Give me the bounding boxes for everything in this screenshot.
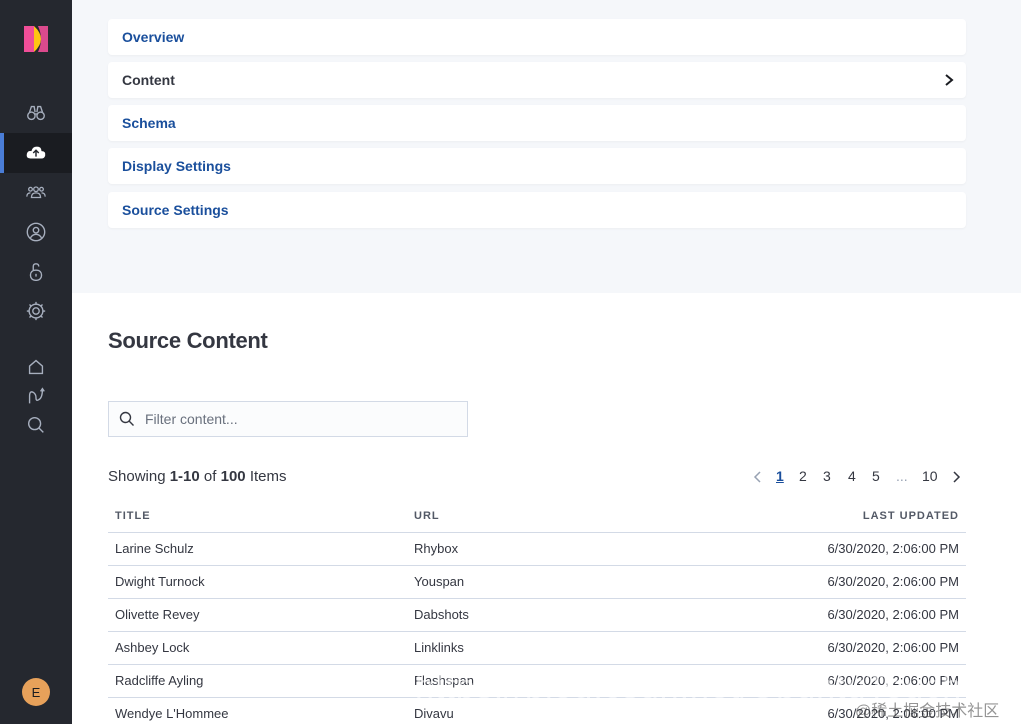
subnav-item-label: Source Settings <box>122 202 229 218</box>
cell-last-updated: 6/30/2020, 2:06:00 PM <box>657 565 966 599</box>
search-icon <box>119 411 134 426</box>
cell-title: Olivette Revey <box>108 598 407 632</box>
cell-title: Wendye L'Hommee <box>108 697 407 724</box>
filter-input[interactable] <box>145 402 467 436</box>
subnav-item-label: Schema <box>122 115 176 131</box>
cell-url: Dabshots <box>407 598 657 632</box>
cell-title: Radcliffe Ayling <box>108 664 407 698</box>
filter-field[interactable] <box>108 401 468 437</box>
page-link-1[interactable]: 1 <box>776 468 784 484</box>
cell-url: Linklinks <box>407 631 657 665</box>
cell-title: Larine Schulz <box>108 532 407 566</box>
table-row[interactable]: Dwight Turnock Youspan 6/30/2020, 2:06:0… <box>108 565 966 599</box>
column-header-url[interactable]: URL <box>407 500 657 533</box>
app-logo-icon[interactable] <box>22 24 50 54</box>
page-link-10[interactable]: 10 <box>922 468 938 484</box>
cell-title: Ashbey Lock <box>108 631 407 665</box>
cell-url: Rhybox <box>407 532 657 566</box>
summary-total: 100 <box>220 468 246 485</box>
cell-url: Youspan <box>407 565 657 599</box>
page-link-4[interactable]: 4 <box>848 468 856 484</box>
table-row[interactable]: Ashbey Lock Linklinks 6/30/2020, 2:06:00… <box>108 631 966 665</box>
subnav-item-label: Overview <box>122 29 185 45</box>
column-header-title[interactable]: TITLE <box>108 500 407 533</box>
cell-title: Dwight Turnock <box>108 565 407 599</box>
binoculars-icon[interactable] <box>24 101 48 125</box>
subnav-item-label: Content <box>122 72 175 88</box>
page-ellipsis: ... <box>896 468 908 484</box>
table-row[interactable]: Olivette Revey Dabshots 6/30/2020, 2:06:… <box>108 598 966 632</box>
cell-last-updated: 6/30/2020, 2:06:00 PM <box>657 532 966 566</box>
page-link-2[interactable]: 2 <box>799 468 807 484</box>
sidebar: E <box>0 0 72 724</box>
subnav-item-schema[interactable]: Schema <box>108 105 966 141</box>
table-row[interactable]: Larine Schulz Rhybox 6/30/2020, 2:06:00 … <box>108 532 966 566</box>
user-circle-icon[interactable] <box>24 220 48 244</box>
chevron-right-icon[interactable] <box>950 469 962 485</box>
home-icon[interactable] <box>24 355 48 379</box>
results-summary: Showing 1-10 of 100 Items <box>108 468 287 485</box>
page-link-5[interactable]: 5 <box>872 468 880 484</box>
summary-suffix: Items <box>249 468 287 485</box>
avatar[interactable]: E <box>22 678 50 706</box>
watermark-site: @稀土掘金技术社区 <box>855 703 1000 720</box>
page-title: Source Content <box>108 328 268 353</box>
summary-of: of <box>203 468 217 485</box>
subnav-item-label: Display Settings <box>122 158 231 174</box>
gear-icon[interactable] <box>24 299 48 323</box>
summary-range: 1-10 <box>169 468 200 485</box>
chevron-left-icon[interactable] <box>752 469 764 485</box>
analytics-icon[interactable] <box>24 384 48 408</box>
cell-last-updated: 6/30/2020, 2:06:00 PM <box>657 598 966 632</box>
summary-prefix: Showing <box>108 468 166 485</box>
page-link-3[interactable]: 3 <box>823 468 831 484</box>
avatar-initial: E <box>31 684 41 700</box>
search-icon[interactable] <box>24 413 48 437</box>
users-group-icon[interactable] <box>24 180 48 204</box>
column-header-last-updated[interactable]: LAST UPDATED <box>657 500 966 533</box>
subnav-item-content[interactable]: Content <box>108 62 966 98</box>
subnav-item-overview[interactable]: Overview <box>108 19 966 55</box>
lock-icon[interactable] <box>24 260 48 284</box>
cell-last-updated: 6/30/2020, 2:06:00 PM <box>657 631 966 665</box>
chevron-right-icon <box>945 74 954 86</box>
subnav-item-display-settings[interactable]: Display Settings <box>108 148 966 184</box>
table-header-row: TITLE URL LAST UPDATED <box>108 500 966 533</box>
cloud-upload-icon[interactable] <box>24 141 48 165</box>
subnav-item-source-settings[interactable]: Source Settings <box>108 192 966 228</box>
